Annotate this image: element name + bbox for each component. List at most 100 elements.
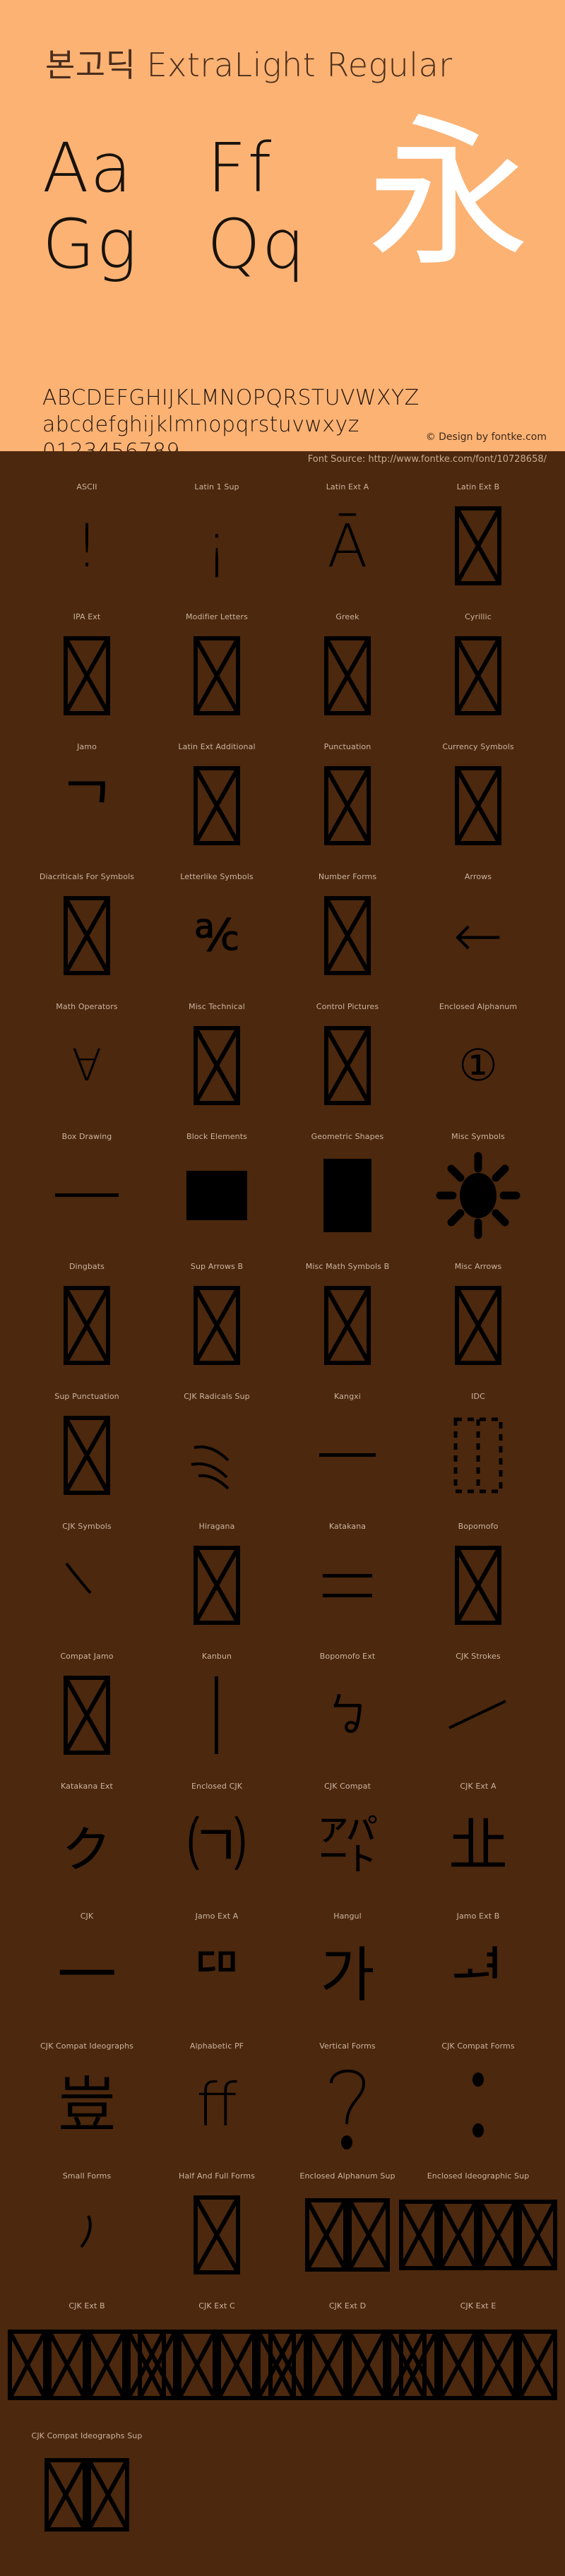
unicode-block-cell[interactable]: Jamo ᄀ <box>34 729 140 859</box>
unicode-block-label: CJK <box>80 1912 94 1921</box>
unicode-block-cell[interactable]: Enclosed Alphanum ① <box>425 989 531 1119</box>
unicode-block-cell[interactable]: Half And Full Forms <box>164 2159 270 2289</box>
unicode-block-cell[interactable]: Latin Ext A Ā <box>295 470 400 600</box>
unicode-block-cell[interactable]: Jamo Ext A ꥠ <box>164 1899 270 2029</box>
unicode-block-cell[interactable]: Misc Math Symbols B <box>295 1249 400 1379</box>
unicode-block-cell[interactable]: Punctuation <box>295 729 400 859</box>
unicode-block-label: CJK Compat Ideographs Sup <box>31 2431 143 2440</box>
unicode-block-label: Misc Technical <box>189 1002 245 1011</box>
unicode-block-cell[interactable]: Kangxi <box>295 1379 400 1509</box>
block-grid-row: CJK Compat Ideographs Sup <box>0 2419 565 2548</box>
unicode-block-glyph <box>164 2186 270 2284</box>
unicode-block-label: Hangul <box>333 1912 362 1921</box>
unicode-block-cell[interactable]: Latin Ext Additional <box>164 729 270 859</box>
unicode-block-cell[interactable]: Sup Punctuation <box>34 1379 140 1509</box>
unicode-block-cell[interactable]: Diacriticals For Symbols <box>34 859 140 989</box>
unicode-block-glyph <box>425 756 531 855</box>
unicode-block-cell[interactable]: Arrows ← <box>425 859 531 989</box>
unicode-block-cell[interactable]: CJK Ext B <box>8 2289 166 2419</box>
unicode-block-cell[interactable]: Compat Jamo <box>34 1639 140 1769</box>
unicode-block-cell[interactable]: Bopomofo <box>425 1509 531 1639</box>
unicode-block-cell[interactable]: CJK 一 <box>34 1899 140 2029</box>
unicode-block-glyph: Ā <box>327 511 368 580</box>
unicode-block-cell[interactable]: Dingbats <box>34 1249 140 1379</box>
unicode-block-label: Punctuation <box>323 742 371 751</box>
unicode-block-glyph: ᄀ <box>59 771 114 840</box>
unicode-block-glyph <box>295 886 400 985</box>
unicode-block-glyph <box>295 756 400 855</box>
unicode-block-cell[interactable]: Currency Symbols <box>425 729 531 859</box>
unicode-block-cell[interactable]: Latin Ext B <box>425 470 531 600</box>
unicode-block-cell[interactable]: Modifier Letters <box>164 600 270 729</box>
unicode-block-cell[interactable]: Latin 1 Sup ¡ <box>164 470 270 600</box>
unicode-block-label: Enclosed Ideographic Sup <box>427 2171 530 2181</box>
unicode-block-glyph <box>399 2315 557 2414</box>
unicode-block-cell[interactable]: CJK Radicals Sup <box>164 1379 270 1509</box>
unicode-block-label: Bopomofo Ext <box>319 1652 376 1661</box>
unicode-block-cell[interactable]: Bopomofo Ext ㆠ <box>295 1639 400 1769</box>
unicode-block-label: CJK Ext C <box>198 2301 235 2310</box>
unicode-block-cell[interactable]: Alphabetic PF ﬀ <box>164 2029 270 2159</box>
unicode-block-glyph <box>425 1666 531 1765</box>
unicode-block-cell[interactable]: CJK Compat ㌀ <box>295 1769 400 1899</box>
unicode-block-cell[interactable]: Enclosed Ideographic Sup <box>399 2159 557 2289</box>
unicode-block-cell[interactable]: Number Forms <box>295 859 400 989</box>
unicode-block-cell[interactable]: Misc Symbols <box>425 1119 531 1249</box>
unicode-block-cell[interactable]: CJK Compat Ideographs Sup <box>31 2419 143 2548</box>
unicode-block-glyph: 豈 <box>56 2070 117 2140</box>
unicode-block-cell[interactable]: Jamo Ext B ힰ <box>425 1899 531 2029</box>
unicode-block-cell[interactable]: CJK Ext D <box>268 2289 427 2419</box>
unicode-block-grid: ASCII! Latin 1 Sup ¡ Latin Ext A Ā Latin Ext … <box>0 470 565 2548</box>
font-source-text: Font Source: http://www.fontke.com/font/… <box>307 454 547 465</box>
unicode-block-label: Currency Symbols <box>442 742 514 751</box>
unicode-block-label: Enclosed CJK <box>191 1782 243 1791</box>
unicode-block-cell[interactable]: ASCII! <box>34 470 140 600</box>
unicode-block-cell[interactable]: Hiragana <box>164 1509 270 1639</box>
unicode-block-cell[interactable]: Enclosed CJK ㈀ <box>164 1769 270 1899</box>
unicode-block-cell[interactable]: Vertical Forms <box>295 2029 400 2159</box>
unicode-block-glyph: ∀ <box>71 1039 102 1091</box>
unicode-block-label: CJK Strokes <box>456 1652 501 1661</box>
unicode-block-cell[interactable]: Small Forms <box>34 2159 140 2289</box>
unicode-block-label: Small Forms <box>62 2171 112 2181</box>
sample-glyph-ff: Ff <box>207 129 273 208</box>
unicode-block-cell[interactable]: CJK Symbols <box>34 1509 140 1639</box>
unicode-block-cell[interactable]: Enclosed Alphanum Sup <box>295 2159 400 2289</box>
unicode-block-cell[interactable]: CJK Compat Ideographs 豈 <box>34 2029 140 2159</box>
unicode-block-label: Block Elements <box>186 1132 247 1141</box>
unicode-block-cell[interactable]: IPA Ext <box>34 600 140 729</box>
unicode-block-label: Alphabetic PF <box>189 2041 244 2051</box>
unicode-block-cell[interactable]: Greek <box>295 600 400 729</box>
unicode-block-glyph: ힰ <box>451 1940 506 2010</box>
unicode-block-cell[interactable]: Letterlike Symbols ℀ <box>164 859 270 989</box>
unicode-block-cell[interactable]: Katakana <box>295 1509 400 1639</box>
unicode-block-cell[interactable]: Misc Technical <box>164 989 270 1119</box>
unicode-block-glyph <box>295 2186 400 2284</box>
unicode-block-label: CJK Radicals Sup <box>184 1392 250 1401</box>
unicode-block-cell[interactable]: Hangul 가 <box>295 1899 400 2029</box>
unicode-block-glyph: 가 <box>320 1940 375 2010</box>
unicode-block-cell[interactable]: Block Elements <box>164 1119 270 1249</box>
unicode-block-cell[interactable]: Control Pictures <box>295 989 400 1119</box>
unicode-block-cell[interactable]: Box Drawing <box>34 1119 140 1249</box>
unicode-block-cell[interactable]: IDC <box>425 1379 531 1509</box>
unicode-block-cell[interactable]: Misc Arrows <box>425 1249 531 1379</box>
sample-glyph-aa: Aa <box>42 129 133 208</box>
unicode-block-cell[interactable]: Sup Arrows B <box>164 1249 270 1379</box>
alphabet-digits: 0123456789 <box>42 439 420 451</box>
unicode-block-cell[interactable]: CJK Strokes <box>425 1639 531 1769</box>
unicode-block-glyph <box>34 1406 140 1505</box>
copyright-notice: © Design by fontke.com <box>425 431 547 443</box>
unicode-block-cell[interactable]: CJK Compat Forms <box>425 2029 531 2159</box>
unicode-block-cell[interactable]: Katakana Ext ㇰ <box>34 1769 140 1899</box>
unicode-block-cell[interactable]: Kanbun <box>164 1639 270 1769</box>
unicode-block-cell[interactable]: CJK Ext C <box>138 2289 296 2419</box>
unicode-block-glyph <box>164 1666 270 1765</box>
unicode-block-cell[interactable]: Geometric Shapes <box>295 1119 400 1249</box>
unicode-block-cell[interactable]: CJK Ext A 㐀 <box>425 1769 531 1899</box>
unicode-block-cell[interactable]: Cyrillic <box>425 600 531 729</box>
unicode-block-label: Vertical Forms <box>319 2041 376 2051</box>
unicode-block-cell[interactable]: CJK Ext E <box>399 2289 557 2419</box>
block-grid-row: Box Drawing Block Elements Geometric Shape… <box>0 1119 565 1249</box>
unicode-block-cell[interactable]: Math Operators ∀ <box>34 989 140 1119</box>
